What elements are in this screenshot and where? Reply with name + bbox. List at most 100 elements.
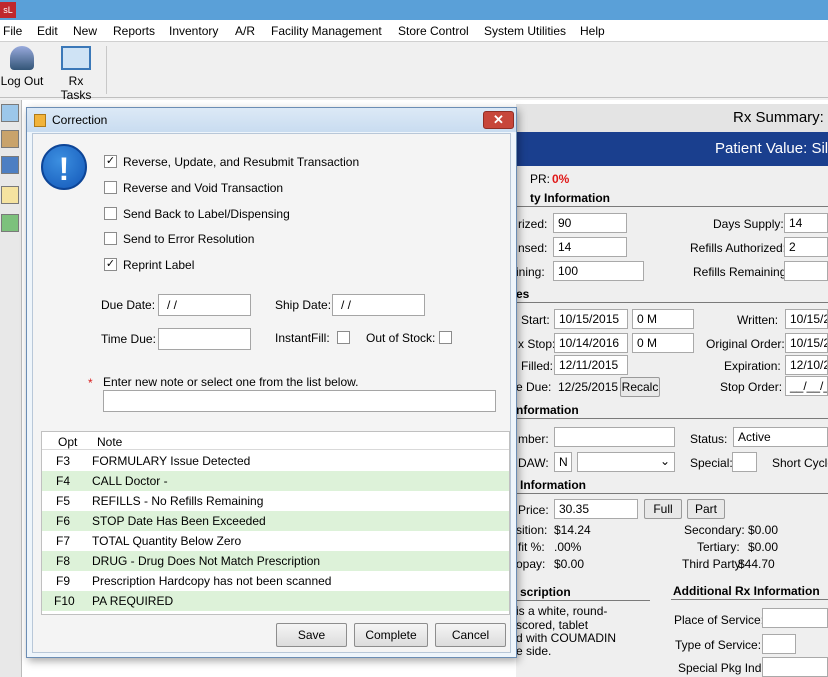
start-time-field[interactable]: 0 M	[632, 309, 694, 329]
secondary-value: $0.00	[748, 523, 779, 537]
table-row[interactable]: F10 PA REQUIRED	[42, 591, 509, 611]
patient-value-bar: Patient Value: Silv	[516, 132, 828, 166]
tertiary-label: Tertiary:	[697, 540, 740, 554]
table-row[interactable]: F9 Prescription Hardcopy has not been sca…	[42, 571, 509, 591]
menu-store-control[interactable]: Store Control	[398, 24, 469, 38]
refills-authorized-field[interactable]: 2	[784, 237, 828, 257]
start-date-field[interactable]: 10/15/2015	[554, 309, 628, 329]
column-header-note: Note	[97, 435, 123, 449]
status-field[interactable]: Active	[733, 427, 828, 447]
refills-remaining-field[interactable]	[784, 261, 828, 281]
menu-new[interactable]: New	[73, 24, 97, 38]
menu-system-utilities[interactable]: System Utilities	[484, 24, 566, 38]
time-due-label: Time Due:	[101, 332, 156, 346]
dialog-app-icon	[34, 114, 46, 127]
number-field[interactable]	[554, 427, 675, 447]
table-row[interactable]: F8 DRUG - Drug Does Not Match Prescriptio…	[42, 551, 509, 571]
note-input[interactable]	[103, 390, 496, 412]
rx-summary-panel: PR: 0% ty Information rized: 90 nsed: 14…	[516, 166, 828, 677]
option-checkbox-reprint[interactable]: ✓	[104, 258, 117, 271]
part-button[interactable]: Part	[687, 499, 725, 519]
original-order-field[interactable]: 10/15/2	[785, 333, 828, 353]
written-field[interactable]: 10/15/2	[785, 309, 828, 329]
menu-facility-management[interactable]: Facility Management	[271, 24, 382, 38]
cancel-button[interactable]: Cancel	[435, 623, 506, 647]
note-prompt: Enter new note or select one from the li…	[103, 375, 359, 389]
special-pkg-field[interactable]	[762, 657, 828, 677]
info-icon: !	[41, 144, 87, 190]
table-row[interactable]: F5 REFILLS - No Refills Remaining	[42, 491, 509, 511]
full-button[interactable]: Full	[644, 499, 682, 519]
status-label: Status:	[690, 432, 728, 446]
rail-box-icon[interactable]	[1, 130, 19, 148]
dates-section-title: es	[516, 287, 530, 301]
stop-time-field[interactable]: 0 M	[632, 333, 694, 353]
quantity-section-rule	[516, 206, 828, 207]
menu-inventory[interactable]: Inventory	[169, 24, 218, 38]
table-row[interactable]: F4 CALL Doctor -	[42, 471, 509, 491]
row-note: Prescription Hardcopy has not been scann…	[92, 574, 332, 588]
menu-help[interactable]: Help	[580, 24, 605, 38]
rail-check-icon[interactable]	[1, 104, 19, 122]
left-rail	[0, 100, 22, 677]
special-field[interactable]	[732, 452, 757, 472]
expiration-field[interactable]: 12/10/2	[785, 355, 828, 375]
table-row[interactable]: F6 STOP Date Has Been Exceeded	[42, 511, 509, 531]
dialog-title-bar[interactable]: Correction ✕	[27, 108, 516, 132]
daw-label: DAW:	[518, 456, 549, 470]
rail-edit-icon[interactable]	[1, 214, 19, 232]
filled-label: Filled:	[521, 359, 554, 373]
remaining-field[interactable]: 100	[553, 261, 644, 281]
stop-label: x Stop:	[518, 337, 556, 351]
table-row[interactable]: F7 TOTAL Quantity Below Zero	[42, 531, 509, 551]
daw-field[interactable]: N	[554, 452, 572, 472]
instantfill-label: InstantFill:	[275, 331, 330, 345]
row-opt: F7	[56, 534, 71, 548]
recalc-button[interactable]: Recalc	[620, 377, 660, 397]
ship-date-input[interactable]: / /	[332, 294, 425, 316]
filled-date-field[interactable]: 12/11/2015	[554, 355, 628, 375]
remaining-label: ining:	[516, 265, 545, 279]
instantfill-checkbox[interactable]	[337, 331, 350, 344]
days-supply-label: Days Supply:	[713, 217, 784, 231]
stop-date-field[interactable]: 10/14/2016	[554, 333, 628, 353]
option-checkbox-error-resolution[interactable]	[104, 232, 117, 245]
secondary-label: Secondary:	[684, 523, 745, 537]
dispensed-field[interactable]: 14	[553, 237, 627, 257]
menu-file[interactable]: File	[3, 24, 22, 38]
save-button[interactable]: Save	[276, 623, 347, 647]
menu-reports[interactable]: Reports	[113, 24, 155, 38]
option-checkbox-resubmit[interactable]: ✓	[104, 155, 117, 168]
menu-edit[interactable]: Edit	[37, 24, 58, 38]
time-due-input[interactable]	[158, 328, 251, 350]
rail-list-icon[interactable]	[1, 186, 19, 204]
checkmark-icon: ✓	[105, 258, 116, 270]
row-opt: F10	[54, 594, 75, 608]
out-of-stock-checkbox[interactable]	[439, 331, 452, 344]
row-note: FORMULARY Issue Detected	[92, 454, 251, 468]
days-supply-field[interactable]: 14	[784, 213, 828, 233]
place-of-service-field[interactable]	[762, 608, 828, 628]
chevron-down-icon: ⌄	[659, 454, 670, 468]
rail-grid-icon[interactable]	[1, 156, 19, 174]
option-checkbox-send-back[interactable]	[104, 207, 117, 220]
ship-date-label: Ship Date:	[275, 298, 332, 312]
due-date-value: 12/25/2015	[558, 380, 619, 394]
close-icon[interactable]: ✕	[483, 111, 514, 129]
menu-ar[interactable]: A/R	[235, 24, 255, 38]
daw-select[interactable]: ⌄	[577, 452, 675, 472]
authorized-field[interactable]: 90	[553, 213, 627, 233]
stop-order-field[interactable]: __/__/_	[785, 376, 828, 396]
logout-button[interactable]: Log Out	[0, 46, 44, 88]
due-date-label: Due Date:	[101, 298, 156, 312]
price-field[interactable]: 30.35	[554, 499, 638, 519]
option-checkbox-void[interactable]	[104, 181, 117, 194]
complete-button[interactable]: Complete	[354, 623, 428, 647]
copay-label: opay:	[516, 557, 546, 571]
app-icon: sL	[0, 2, 16, 18]
notes-table-header: Opt Note	[42, 432, 509, 450]
table-row[interactable]: F3 FORMULARY Issue Detected	[42, 451, 509, 471]
rx-tasks-button[interactable]: Rx Tasks	[52, 46, 100, 102]
due-date-input[interactable]: / /	[158, 294, 251, 316]
type-of-service-field[interactable]	[762, 634, 796, 654]
